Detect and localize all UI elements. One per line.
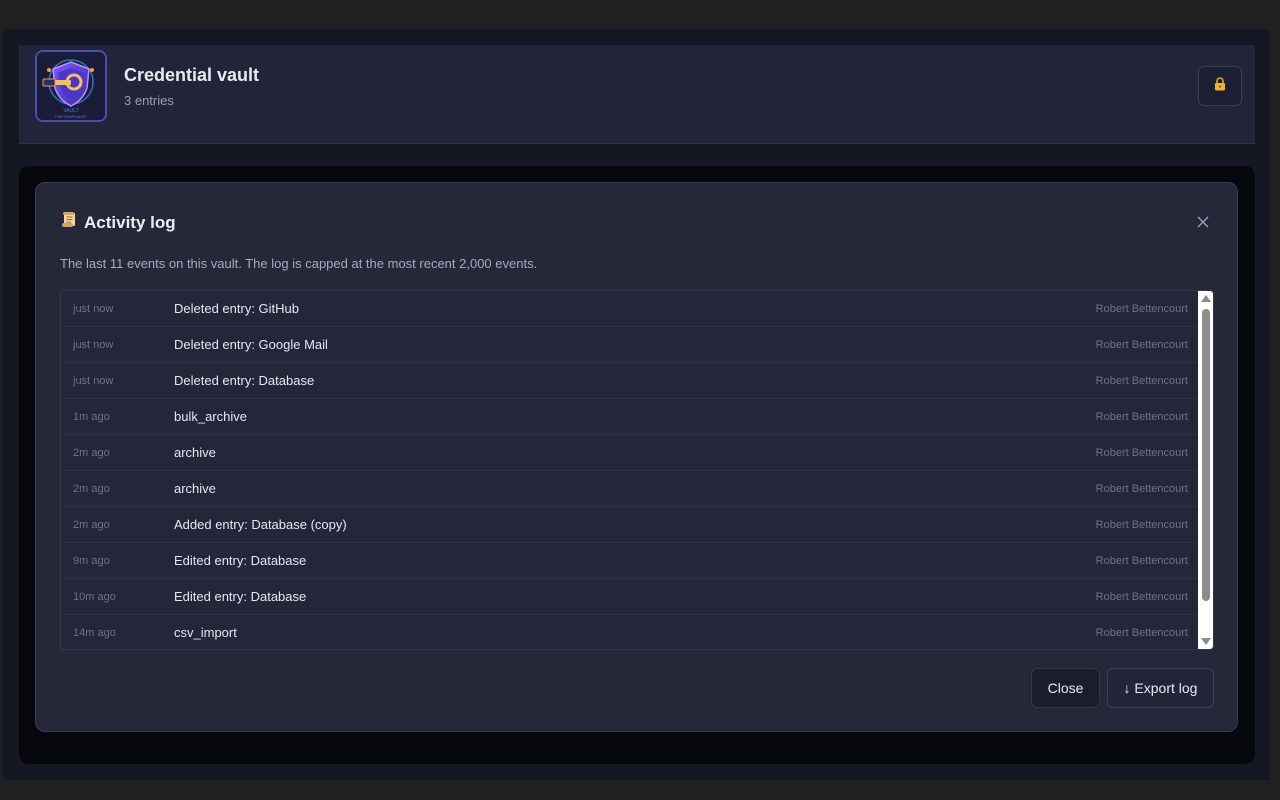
log-action: Deleted entry: Database [174, 373, 315, 388]
activity-log-list[interactable]: just now Deleted entry: GitHub Robert Bett… [60, 290, 1214, 650]
scroll-up-arrow-icon[interactable] [1201, 295, 1211, 302]
vault-header: VAULT FOR COMPLIANCE Credential vault 3 … [19, 45, 1255, 144]
log-time: just now [73, 303, 114, 315]
log-row: 10m ago Edited entry: Database Robert Bett… [61, 579, 1198, 615]
log-row: just now Deleted entry: GitHub Robert Bett… [61, 291, 1198, 327]
log-row: 14m ago csv_import Robert Bettencourt [61, 615, 1198, 649]
log-time: 2m ago [73, 447, 110, 459]
log-scrollbar[interactable] [1198, 291, 1213, 649]
entry-count: 3 entries [124, 93, 174, 108]
log-row: 2m ago Added entry: Database (copy) Robert… [61, 507, 1198, 543]
log-time: 9m ago [73, 555, 110, 567]
log-rows: just now Deleted entry: GitHub Robert Bett… [61, 291, 1198, 649]
log-time: 2m ago [73, 483, 110, 495]
log-user: Robert Bettencourt [1095, 303, 1188, 315]
log-action: Deleted entry: Google Mail [174, 337, 328, 352]
dialog-title: Activity log [60, 211, 176, 234]
log-user: Robert Bettencourt [1095, 411, 1188, 423]
close-button[interactable]: Close [1031, 668, 1100, 708]
log-time: just now [73, 375, 114, 387]
scrollbar-thumb[interactable] [1202, 309, 1210, 601]
vault-logo: VAULT FOR COMPLIANCE [35, 50, 107, 122]
log-user: Robert Bettencourt [1095, 591, 1188, 603]
log-time: 10m ago [73, 591, 116, 603]
log-action: Edited entry: Database [174, 553, 307, 568]
lock-vault-button[interactable] [1198, 66, 1242, 106]
log-time: 1m ago [73, 411, 110, 423]
log-action: Edited entry: Database [174, 589, 307, 604]
log-user: Robert Bettencourt [1095, 555, 1188, 567]
log-user: Robert Bettencourt [1095, 339, 1188, 351]
log-user: Robert Bettencourt [1095, 447, 1188, 459]
log-row: 9m ago Edited entry: Database Robert Bette… [61, 543, 1198, 579]
close-icon[interactable] [1192, 211, 1214, 233]
log-user: Robert Bettencourt [1095, 519, 1188, 531]
activity-log-dialog: Activity log The last 11 events on this … [35, 182, 1238, 732]
log-user: Robert Bettencourt [1095, 375, 1188, 387]
log-action: Deleted entry: GitHub [174, 301, 300, 316]
log-row: 2m ago archive Robert Bettencourt [61, 471, 1198, 507]
dialog-description: The last 11 events on this vault. The lo… [60, 256, 538, 271]
log-row: just now Deleted entry: Database Robert Be… [61, 363, 1198, 399]
vault-title: Credential vault [124, 65, 260, 85]
log-row: just now Deleted entry: Google Mail Robert… [61, 327, 1198, 363]
svg-text:VAULT: VAULT [63, 108, 78, 114]
log-action: csv_import [174, 625, 237, 640]
dialog-title-text: Activity log [84, 212, 176, 232]
log-action: bulk_archive [174, 409, 247, 424]
scroll-icon [60, 211, 78, 234]
scroll-down-arrow-icon[interactable] [1201, 638, 1211, 645]
log-action: archive [174, 481, 216, 496]
log-time: 2m ago [73, 519, 110, 531]
log-row: 2m ago archive Robert Bettencourt [61, 435, 1198, 471]
log-row: 1m ago bulk_archive Robert Bettencourt [61, 399, 1198, 435]
log-user: Robert Bettencourt [1095, 627, 1188, 639]
log-action: Added entry: Database (copy) [174, 517, 347, 532]
svg-text:FOR COMPLIANCE: FOR COMPLIANCE [55, 115, 87, 119]
log-time: 14m ago [73, 627, 116, 639]
log-user: Robert Bettencourt [1095, 483, 1188, 495]
export-log-button[interactable]: ↓ Export log [1107, 668, 1214, 708]
log-action: archive [174, 445, 216, 460]
lock-icon [1214, 76, 1226, 96]
log-time: just now [73, 339, 114, 351]
